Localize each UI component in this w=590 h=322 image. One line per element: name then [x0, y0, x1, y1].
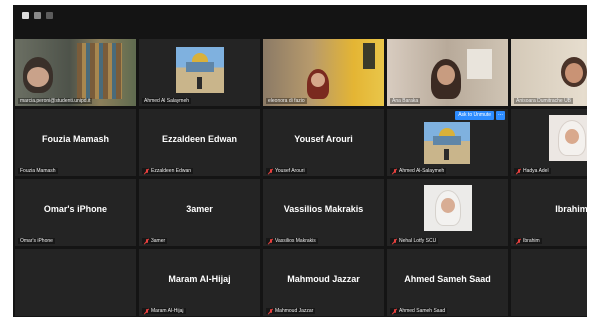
participant-label: eleonora di fazio — [266, 98, 307, 104]
muted-mic-icon — [268, 168, 273, 174]
participant-tile[interactable]: Fouzia Mamash Fouzia Mamash — [15, 109, 136, 176]
participant-label: Maram Al-Hijaj — [142, 308, 186, 314]
participant-tile[interactable]: Maram Al-Hijaj Maram Al-Hijaj — [139, 249, 260, 316]
participant-tile[interactable]: Ezzaldeen Edwan Ezzaldeen Edwan — [139, 109, 260, 176]
participant-label: Hadya Adel — [514, 168, 551, 174]
participant-tile[interactable]: Vassilios Makrakis Vassilios Makrakis — [263, 179, 384, 246]
participant-label: Ezzaldeen Edwan — [142, 168, 194, 174]
muted-mic-icon — [144, 308, 149, 314]
participant-name: Ezzaldeen Edwan — [161, 134, 238, 144]
participant-tile[interactable]: eleonora di fazio — [263, 39, 384, 106]
muted-mic-icon — [392, 168, 397, 174]
participant-label: marcia.peroni@studenti.unipd.it — [18, 98, 93, 104]
pin-icon[interactable] — [34, 12, 41, 19]
participant-tile[interactable]: 3amer 3amer — [139, 179, 260, 246]
participant-name: Yousef Arouri — [294, 134, 353, 144]
participant-label: Ahmed Al-Salaymeh — [390, 168, 447, 174]
muted-mic-icon — [268, 308, 273, 314]
participant-tile[interactable]: Ibrahim Ibrahim — [511, 179, 587, 246]
more-options-button[interactable]: ... — [496, 111, 505, 120]
zoom-window: marcia.peroni@studenti.unipd.it Ahmed Al… — [13, 5, 587, 317]
participant-tile[interactable]: Ana Baraka — [387, 39, 508, 106]
muted-mic-icon — [392, 308, 397, 314]
participant-tile[interactable]: marcia.peroni@studenti.unipd.it — [15, 39, 136, 106]
muted-mic-icon — [144, 238, 149, 244]
participant-name: Ibrahim — [555, 204, 587, 214]
participant-name: 3amer — [186, 204, 213, 214]
participant-video — [15, 39, 136, 106]
participant-label: Anisoara Dumitrache UB — [514, 98, 574, 104]
participant-label: Yousef Arouri — [266, 168, 307, 174]
participant-label: 3amer — [142, 238, 168, 244]
participant-tile[interactable]: Hadya Adel — [511, 109, 587, 176]
participant-tile[interactable]: Omar's iPhone Omar's iPhone — [15, 179, 136, 246]
participant-name: Maram Al-Hijaj — [168, 274, 231, 284]
participant-photo — [424, 122, 470, 164]
muted-mic-icon — [392, 238, 397, 244]
participant-label: Omar's iPhone — [18, 238, 55, 244]
participant-video — [263, 39, 384, 106]
participant-label: Mahmoud Jazzar — [266, 308, 316, 314]
participant-tile-active-speaker[interactable]: Anisoara Dumitrache UB — [511, 39, 587, 106]
participant-photo — [549, 115, 587, 161]
participant-tile[interactable]: Ahmed Al Salaymeh — [139, 39, 260, 106]
participant-label: Fouzia Mamash — [18, 168, 58, 174]
muted-mic-icon — [268, 238, 273, 244]
ask-to-unmute-button[interactable]: Ask to Unmute — [455, 111, 494, 120]
participant-tile[interactable]: Yousef Arouri Yousef Arouri — [263, 109, 384, 176]
participant-label: Ahmed Al Salaymeh — [142, 98, 192, 104]
participant-label: Nehal Lotfy SCU — [390, 238, 439, 244]
participant-name: Vassilios Makrakis — [283, 204, 364, 214]
participant-photo — [424, 185, 472, 231]
participant-tile[interactable]: Ask to Unmute ... Ahmed Al-Salaymeh — [387, 109, 508, 176]
participant-name: Omar's iPhone — [43, 204, 108, 214]
grid-icon[interactable] — [22, 12, 29, 19]
participant-tile[interactable]: Mahmoud Jazzar Mahmoud Jazzar — [263, 249, 384, 316]
participant-tile-empty — [15, 249, 136, 316]
participant-video — [387, 39, 508, 106]
participant-photo — [176, 47, 224, 93]
participant-tile[interactable]: Nehal Lotfy SCU — [387, 179, 508, 246]
participant-tile-empty — [511, 249, 587, 316]
participant-name: Fouzia Mamash — [41, 134, 109, 144]
participant-tile[interactable]: Ahmed Sameh Saad Ahmed Sameh Saad — [387, 249, 508, 316]
participant-name: Mahmoud Jazzar — [287, 274, 360, 284]
view-icon[interactable] — [46, 12, 53, 19]
muted-mic-icon — [516, 238, 521, 244]
participant-label: Vassilios Makrakis — [266, 238, 318, 244]
muted-mic-icon — [144, 168, 149, 174]
participant-label: Ahmed Sameh Saad — [390, 308, 448, 314]
participant-label: Ibrahim — [514, 238, 542, 244]
participant-name: Ahmed Sameh Saad — [404, 274, 491, 284]
muted-mic-icon — [516, 168, 521, 174]
participant-video — [511, 39, 587, 106]
participant-label: Ana Baraka — [390, 98, 421, 104]
top-toolbar — [13, 5, 587, 27]
